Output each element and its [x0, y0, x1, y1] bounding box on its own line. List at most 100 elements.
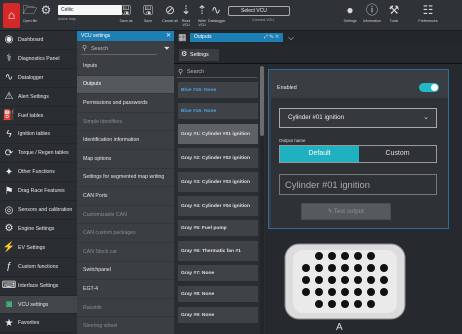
chevron-down-icon[interactable]: ⌵ [288, 32, 294, 43]
close-icon[interactable]: ✕ [166, 31, 171, 41]
connector-pin[interactable] [354, 264, 362, 272]
output-name-field[interactable]: Cylinder #01 ignition [279, 174, 437, 195]
connector-pin[interactable] [341, 300, 349, 308]
connector-pin[interactable] [328, 300, 336, 308]
datalogger-button[interactable]: ∿ Datalogger [208, 2, 226, 29]
connector-pin[interactable] [380, 288, 388, 296]
sidebar-item-ev-settings[interactable]: ⚡ EV Settings [0, 239, 77, 258]
output-list-item[interactable]: Gray #5: Fuel pump [178, 220, 258, 236]
sidebar-item-ignition-tables[interactable]: ϟ Ignition tables [0, 126, 77, 145]
sidebar-item-other-functions[interactable]: ✦ Other Functions [0, 163, 77, 183]
tab-settings[interactable]: ⚙ Settings [179, 49, 219, 61]
vcu-settings-item[interactable]: Inputs [77, 57, 174, 76]
vcu-select[interactable]: Select VCU [228, 6, 290, 16]
output-list-item[interactable]: Blue #16: None [178, 103, 258, 119]
vcu-settings-item[interactable]: Identification information [77, 131, 174, 150]
vcu-settings-item[interactable]: CAN Ports [77, 187, 174, 206]
output-list-item[interactable]: Gray #1: Cylinder #01 ignition [178, 124, 258, 144]
project-name-field[interactable]: Celtic [58, 5, 122, 15]
grid-icon[interactable]: ▦ [178, 32, 187, 43]
tools-button[interactable]: ⚒ Tools [384, 2, 404, 29]
vcu-settings-item[interactable]: CAN custom packages [77, 224, 174, 243]
sidebar-item-sensors-and-calibration[interactable]: ◎ Sensors and calibration [0, 201, 77, 220]
sidebar-item-interface-settings[interactable]: ⌨ Interface Settings [0, 277, 77, 296]
settings-button[interactable]: ● Settings [340, 2, 360, 29]
sidebar-item-favorites[interactable]: ★ Favorites [0, 315, 77, 334]
information-button[interactable]: ⓘ Information [362, 2, 382, 29]
sidebar-item-fuel-tables[interactable]: ⛽ Fuel tables [0, 107, 77, 126]
sidebar-item-datalogger[interactable]: ∿ Datalogger [0, 69, 77, 88]
vcu-settings-item[interactable]: Settings for segmented map writing [77, 169, 174, 188]
connector-pin[interactable] [341, 288, 349, 296]
vcu-settings-item[interactable]: Switchpanel [77, 262, 174, 281]
read-vcu-button[interactable]: ⇣ Read VCU [178, 2, 194, 29]
vcu-settings-item[interactable]: Map options [77, 150, 174, 169]
save-as-button[interactable]: 🖫 Save as [118, 2, 134, 29]
output-function-select[interactable]: Cylinder #01 ignition ⌄ [279, 108, 437, 128]
connector-pin[interactable] [367, 300, 375, 308]
output-list-item[interactable]: Blue #15: None [178, 82, 258, 98]
output-list-item[interactable]: Gray #9: None [178, 307, 258, 323]
vcu-search-input[interactable]: ⚲ Search [81, 43, 157, 55]
vcu-settings-item[interactable]: Permissions and passwords [77, 94, 174, 113]
connector-pin[interactable] [341, 264, 349, 272]
connector-pin[interactable] [341, 252, 349, 260]
vcu-settings-item[interactable]: Outputs [77, 75, 174, 95]
vcu-settings-item[interactable]: EGT-4 [77, 280, 174, 299]
connector-pin[interactable] [328, 276, 336, 284]
connector-pin[interactable] [302, 264, 310, 272]
connector-pin[interactable] [328, 288, 336, 296]
connector-pin[interactable] [328, 264, 336, 272]
connector-pin[interactable] [315, 276, 323, 284]
name-mode-custom[interactable]: Custom [359, 146, 436, 162]
connector-pin[interactable] [354, 300, 362, 308]
outputs-scrollbar-thumb[interactable] [260, 66, 264, 136]
sidebar-item-torque-regen-tables[interactable]: ⟳ Torque / Regen tables [0, 144, 77, 164]
sidebar-item-drag-race-features[interactable]: ⚑ Drag Race Features [0, 182, 77, 202]
sidebar-item-engine-settings[interactable]: ⚙ Engine Settings [0, 220, 77, 239]
output-list-item[interactable]: Gray #6: Thermatic fan #1 [178, 241, 258, 261]
output-list-item[interactable]: Gray #8: None [178, 286, 258, 302]
output-list-item[interactable]: Gray #3: Cylinder #03 ignition [178, 172, 258, 192]
connector-pin[interactable] [354, 276, 362, 284]
test-output-button[interactable]: ϟ Test output [301, 203, 391, 220]
gear-button[interactable]: ⚙ [38, 2, 54, 29]
connector-pin[interactable] [302, 288, 310, 296]
tab-outputs[interactable]: Outputs ⤢ ✎ ✕ [190, 33, 283, 42]
output-list-item[interactable]: Gray #2: Cylinder #02 ignition [178, 148, 258, 168]
connector-pin[interactable] [367, 264, 375, 272]
cancel-all-button[interactable]: ⊘ Cancel all [162, 2, 178, 29]
connector-pin[interactable] [367, 276, 375, 284]
preferences-button[interactable]: ☷ Preferences [418, 2, 438, 29]
save-button[interactable]: 🖫 Save [140, 2, 156, 29]
output-list-item[interactable]: Gray #7: None [178, 265, 258, 281]
connector-pin[interactable] [315, 252, 323, 260]
vcu-settings-item[interactable]: CAN Stock car [77, 243, 174, 262]
enabled-toggle[interactable] [419, 83, 439, 92]
tab-controls[interactable]: ⤢ ✎ ✕ [264, 33, 279, 42]
connector-pin[interactable] [328, 252, 336, 260]
connector-pin[interactable] [315, 264, 323, 272]
sidebar-item-diagnostics-panel[interactable]: ⚕ Diagnostics Panel [0, 50, 77, 69]
output-list-item[interactable]: Gray #4: Cylinder #04 ignition [178, 196, 258, 216]
vcu-settings-item[interactable]: Customizable CAN [77, 206, 174, 225]
app-logo-icon[interactable]: ⌂ [3, 3, 20, 28]
connector-pin[interactable] [354, 252, 362, 260]
connector-pin[interactable] [354, 288, 362, 296]
connector-pin[interactable] [341, 276, 349, 284]
folder-open-button[interactable]: 🗁 Open file [22, 2, 38, 29]
connector-pin[interactable] [302, 276, 310, 284]
connector-pin[interactable] [367, 252, 375, 260]
sidebar-item-dashboard[interactable]: ◉ Dashboard [0, 31, 77, 50]
vcu-settings-item[interactable]: Steering wheel [77, 317, 174, 334]
filter-icon[interactable]: ⏷ [164, 43, 170, 55]
outputs-search-input[interactable]: ⚲ Search [177, 67, 257, 78]
sidebar-item-alert-settings[interactable]: ⚠ Alert Settings [0, 88, 77, 107]
vcu-settings-item[interactable]: Racebik [77, 299, 174, 318]
sidebar-item-custom-functions[interactable]: ƒ Custom functions [0, 258, 77, 277]
connector-pin[interactable] [315, 300, 323, 308]
connector-pin[interactable] [367, 288, 375, 296]
name-mode-default[interactable]: Default [280, 146, 359, 162]
connector-pin[interactable] [380, 264, 388, 272]
connector-pin[interactable] [315, 288, 323, 296]
